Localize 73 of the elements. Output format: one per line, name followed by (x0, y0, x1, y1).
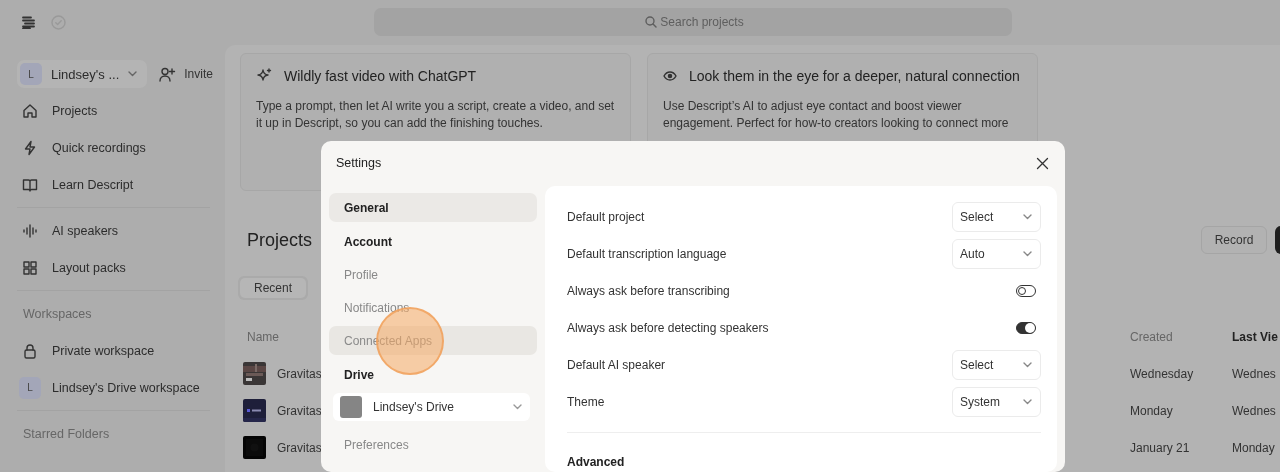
chevron-down-icon (1023, 250, 1032, 257)
sidebar-item[interactable]: Layout packs (52, 260, 126, 275)
table-cell-text: Monday (1130, 403, 1174, 418)
dropdown[interactable]: Auto (952, 238, 1041, 269)
settings-nav-item[interactable]: General (329, 193, 537, 222)
invite-label: Invite (184, 67, 213, 81)
chevron-down-icon (128, 71, 138, 77)
dialog-title: Settings (336, 156, 383, 170)
sidebar-item[interactable]: Projects (52, 103, 98, 118)
search-icon (645, 16, 657, 28)
setting-label: Default transcription language (567, 246, 728, 261)
nav-heading: Account (343, 233, 393, 251)
book-icon (22, 176, 38, 193)
card-description: Type a prompt, then let AI write you a script, create a video, and set it up in Descript, so you can add the finishing touches. (256, 98, 615, 132)
card-title: Look them in the eye for a deeper, natural connection (689, 68, 1020, 84)
section-heading: Advanced (567, 455, 626, 469)
toggle-switch[interactable] (1016, 284, 1036, 297)
search-field[interactable]: Search projects (374, 8, 1012, 36)
drive-swatch (340, 396, 362, 418)
setting-label: Always ask before transcribing (567, 283, 731, 298)
add-person-icon (159, 66, 177, 82)
sidebar-item[interactable]: Quick recordings (52, 140, 146, 155)
sparkle-icon (256, 68, 272, 84)
avatar: L (19, 376, 41, 399)
sidebar-item[interactable]: Private workspace (52, 343, 155, 358)
dropdown[interactable]: Select (952, 349, 1041, 380)
close-icon (1036, 156, 1049, 170)
chevron-down-icon (1023, 213, 1032, 220)
logo-icon (22, 15, 35, 29)
drive-selector[interactable]: Lindsey's Drive (333, 393, 530, 421)
grid-icon (22, 259, 38, 276)
sidebar-item[interactable]: AI speakers (52, 223, 118, 238)
record-button[interactable]: Record (1201, 226, 1267, 254)
column-header[interactable]: Last Vie (1232, 329, 1280, 344)
dropdown[interactable]: System (952, 386, 1041, 417)
lightning-icon (22, 139, 38, 156)
table-cell-text: Wednesday (1130, 366, 1195, 381)
close-button[interactable] (1036, 156, 1049, 170)
settings-nav-item[interactable]: Profile (329, 260, 537, 289)
setting-label: Default AI speaker (567, 357, 667, 372)
invite-button[interactable]: Invite (159, 66, 213, 82)
section-title: Workspaces (22, 305, 93, 323)
account-switcher[interactable]: L Lindsey's ... (17, 60, 148, 88)
chevron-down-icon (513, 404, 522, 410)
chevron-down-icon (1023, 398, 1032, 405)
settings-nav-item[interactable]: Notifications (329, 293, 537, 322)
chevron-down-icon (1023, 361, 1032, 368)
toggle-switch[interactable] (1016, 321, 1036, 334)
sidebar-item[interactable]: Lindsey's Drive workspace (52, 380, 200, 395)
card-title: Wildly fast video with ChatGPT (284, 68, 477, 84)
page-heading: Projects (247, 229, 313, 251)
project-name[interactable]: Gravitas (277, 440, 322, 455)
setting-label: Default project (567, 209, 646, 224)
home-icon (22, 102, 38, 119)
nav-heading: Drive (343, 366, 376, 384)
sidebar-item[interactable]: Learn Descript (52, 177, 134, 192)
table-cell-text: Wednes (1232, 366, 1277, 381)
setting-label: Theme (567, 394, 606, 409)
waveform-icon (22, 222, 38, 239)
eye-icon (663, 71, 677, 81)
card-description: Use Descript’s AI to adjust eye contact and boost viewer engagement. Perfect for how-to creators looking to connect more (663, 98, 1010, 132)
section-title: Starred Folders (22, 425, 111, 443)
project-name[interactable]: Gravitas (277, 403, 322, 418)
settings-nav-item[interactable]: Preferences (329, 430, 537, 459)
table-cell-text: Wednes (1232, 403, 1277, 418)
lock-icon (22, 342, 38, 359)
dropdown[interactable]: Select (952, 201, 1041, 232)
avatar: L (20, 63, 42, 85)
tab[interactable]: Recent (240, 278, 307, 298)
project-name[interactable]: Gravitas (277, 366, 322, 381)
table-cell-text: Monday (1232, 440, 1276, 455)
setting-label: Always ask before detecting speakers (567, 320, 770, 335)
table-cell-text: January 21 (1130, 440, 1191, 455)
